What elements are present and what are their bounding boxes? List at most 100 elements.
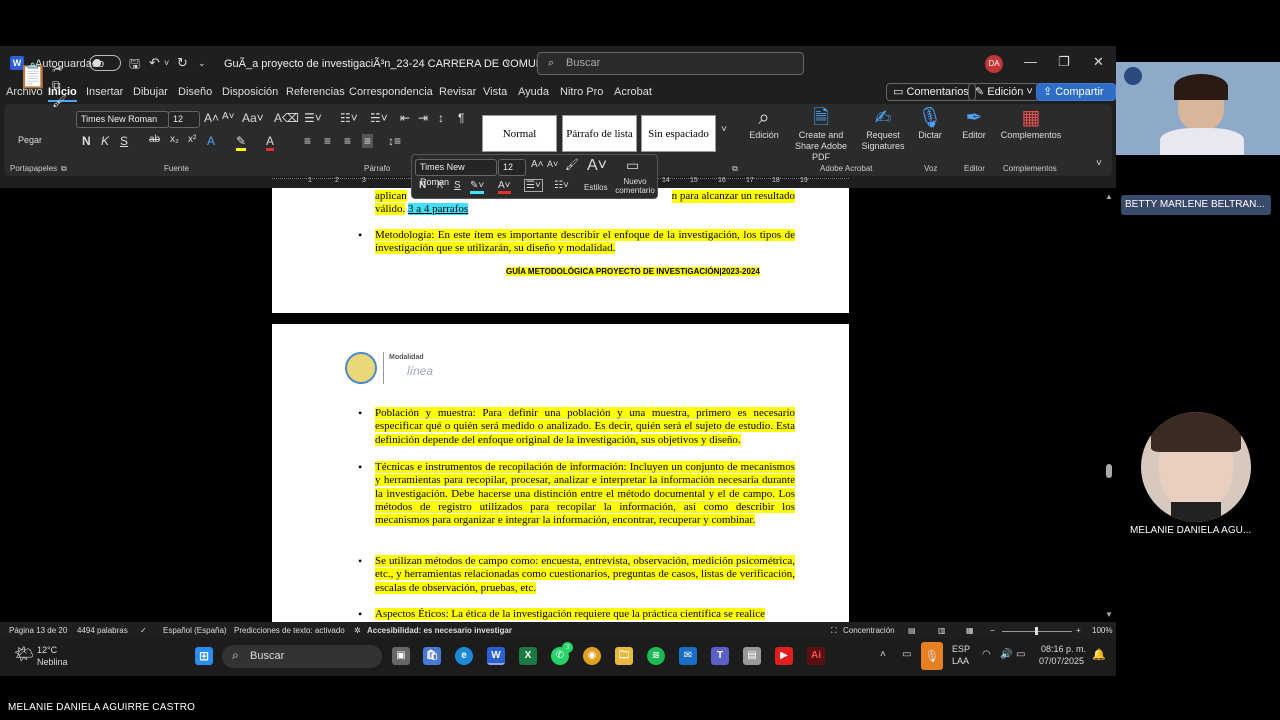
multilevel-list-icon[interactable]: ☵˅ <box>370 111 388 125</box>
web-layout-icon[interactable]: ▦ <box>966 626 974 635</box>
numbering-icon[interactable]: ☷˅ <box>340 111 358 125</box>
grow-font-icon[interactable]: A˄ <box>204 111 219 125</box>
battery-icon[interactable]: ▭ <box>1016 649 1025 660</box>
new-comment-label[interactable]: Nuevo comentario <box>615 177 655 195</box>
edge-icon[interactable]: e <box>455 647 473 665</box>
clock-time[interactable]: 08:16 p. m. <box>1041 644 1086 654</box>
underline-icon[interactable]: S <box>120 134 128 148</box>
copy-icon[interactable]: ⧉ <box>52 78 61 93</box>
mini-font-name-select[interactable]: Times New Roman <box>415 159 497 187</box>
title-dropdown-icon[interactable]: ˅ <box>505 58 510 68</box>
align-left-icon[interactable]: ≡ <box>304 134 311 148</box>
close-icon[interactable]: ✕ <box>1093 54 1104 70</box>
excel-icon[interactable]: X <box>519 647 537 665</box>
chrome-icon[interactable]: ◉ <box>583 647 601 665</box>
tab-ayuda[interactable]: Ayuda <box>518 86 549 98</box>
mini-highlight-icon[interactable]: ✎˅ <box>470 180 485 194</box>
new-comment-icon[interactable]: ▭ <box>626 157 639 174</box>
tab-disposicion[interactable]: Disposición <box>222 86 278 98</box>
superscript-icon[interactable]: x² <box>188 134 196 145</box>
scroll-up-icon[interactable]: ▲ <box>1105 192 1113 201</box>
undo-icon[interactable]: ↶ <box>149 55 160 71</box>
decrease-indent-icon[interactable]: ⇤ <box>400 111 410 125</box>
share-button[interactable]: ⇪ Compartir ˅ <box>1036 83 1116 114</box>
document-title[interactable]: GuÃ_a proyecto de investigaciÃ³n_23-24 C… <box>224 58 591 70</box>
tab-vista[interactable]: Vista <box>483 86 507 98</box>
shrink-font-icon[interactable]: A˅ <box>222 111 235 122</box>
redo-icon[interactable]: ↻ <box>177 55 188 71</box>
create-share-pdf-button[interactable]: 🗎 Create and Share Adobe PDF <box>786 108 856 163</box>
tab-correspondencia[interactable]: Correspondencia <box>349 86 433 98</box>
microphone-tray-icon[interactable]: 🎙 <box>921 642 943 670</box>
subscript-icon[interactable]: x₂ <box>170 134 179 145</box>
mini-shrink-font-icon[interactable]: A˅ <box>547 159 558 169</box>
mini-underline-icon[interactable]: S <box>454 180 461 191</box>
mini-styles-label[interactable]: Estilos <box>584 183 608 192</box>
taskbar-search[interactable]: ⌕ Buscar <box>222 645 382 668</box>
undo-dropdown-icon[interactable]: ˅ <box>164 58 169 68</box>
accessibility-status[interactable]: Accesibilidad: es necesario investigar <box>367 626 512 635</box>
mini-styles-icon[interactable]: A˅ <box>587 157 607 175</box>
tab-nitro-pro[interactable]: Nitro Pro <box>560 86 603 98</box>
editing-button[interactable]: ✎ Edición ˅ <box>968 83 1040 101</box>
align-center-icon[interactable]: ≡ <box>324 134 331 148</box>
mini-grow-font-icon[interactable]: A˄ <box>531 159 544 170</box>
cut-icon[interactable]: ✂ <box>52 62 62 76</box>
tab-dibujar[interactable]: Dibujar <box>133 86 168 98</box>
outlook-icon[interactable]: ✉ <box>679 647 697 665</box>
page-13[interactable]: Modalidad línea • Población y muestra: P… <box>272 324 849 622</box>
highlight-icon[interactable]: ✎ <box>236 134 247 151</box>
start-icon[interactable]: ⊞ <box>195 647 213 665</box>
notepad-icon[interactable]: ▤ <box>743 647 761 665</box>
weather-icon[interactable]: 🌤 <box>14 644 34 664</box>
font-name-select[interactable]: Times New Roman <box>76 111 169 128</box>
page-12[interactable]: aplican n para alcanzar un resultado vál… <box>272 188 849 313</box>
tab-acrobat[interactable]: Acrobat <box>614 86 652 98</box>
file-explorer-icon[interactable]: 🗀 <box>615 647 633 665</box>
zoom-in-icon[interactable]: + <box>1076 626 1081 635</box>
scroll-thumb[interactable] <box>1106 464 1112 478</box>
participant-name-melanie[interactable]: MELANIE DANIELA AGU... <box>1130 525 1251 536</box>
show-marks-icon[interactable]: ¶ <box>458 111 464 125</box>
clock-date[interactable]: 07/07/2025 <box>1039 656 1084 666</box>
language-indicator-1[interactable]: ESP <box>952 644 970 654</box>
editor-button[interactable]: ✒ Editor <box>954 108 994 141</box>
tab-referencias[interactable]: Referencias <box>286 86 345 98</box>
clear-formatting-icon[interactable]: A⌫ <box>274 111 299 125</box>
mini-bullets-icon[interactable]: ☰˅ <box>524 179 543 192</box>
mini-font-color-icon[interactable]: A˅ <box>498 180 511 194</box>
scroll-down-icon[interactable]: ▼ <box>1105 610 1113 619</box>
strikethrough-icon[interactable]: ab <box>149 134 160 145</box>
zoom-level[interactable]: 100% <box>1092 626 1112 635</box>
autosave-toggle[interactable] <box>89 55 121 71</box>
read-mode-icon[interactable]: ▤ <box>908 626 916 635</box>
word-count[interactable]: 4494 palabras <box>77 626 128 635</box>
spotify-icon[interactable]: ≋ <box>647 647 665 665</box>
adobe-illustrator-icon[interactable]: Ai <box>807 647 825 665</box>
youtube-icon[interactable]: ▶ <box>775 647 793 665</box>
edition-button[interactable]: ⌕ Edición <box>744 108 784 141</box>
mini-italic-icon[interactable]: K <box>437 180 444 191</box>
language-status[interactable]: Español (España) <box>163 626 227 635</box>
tab-revisar[interactable]: Revisar <box>439 86 476 98</box>
mini-bold-icon[interactable]: N <box>419 180 426 191</box>
page-count[interactable]: Página 13 de 20 <box>9 626 67 635</box>
participant-video-betty[interactable] <box>1116 62 1280 155</box>
request-signatures-button[interactable]: ✍ Request Signatures <box>858 108 908 152</box>
text-predictions-status[interactable]: Predicciones de texto: activado <box>234 626 345 635</box>
font-color-icon[interactable]: A <box>266 134 275 151</box>
customize-qat-icon[interactable]: ⌄ <box>198 58 206 69</box>
print-layout-icon[interactable]: ▥ <box>938 626 946 635</box>
paragraph-ethics[interactable]: Aspectos Éticos: La ética de la investig… <box>375 608 795 621</box>
font-size-select[interactable]: 12 <box>168 111 200 128</box>
comments-button[interactable]: ▭ Comentarios <box>886 83 976 101</box>
save-icon[interactable]: 🖫 <box>129 55 140 77</box>
task-view-icon[interactable]: ▣ <box>392 647 410 665</box>
mini-format-painter-icon[interactable]: 🖌 <box>565 158 579 171</box>
bullets-icon[interactable]: ☰˅ <box>304 111 322 125</box>
tab-insertar[interactable]: Insertar <box>86 86 123 98</box>
zoom-out-icon[interactable]: − <box>990 626 995 635</box>
vertical-scrollbar[interactable]: ▲ ▼ <box>1105 192 1113 622</box>
weather-desc[interactable]: Neblina <box>37 657 68 667</box>
clipboard-launcher-icon[interactable]: ⧉ <box>61 164 67 174</box>
